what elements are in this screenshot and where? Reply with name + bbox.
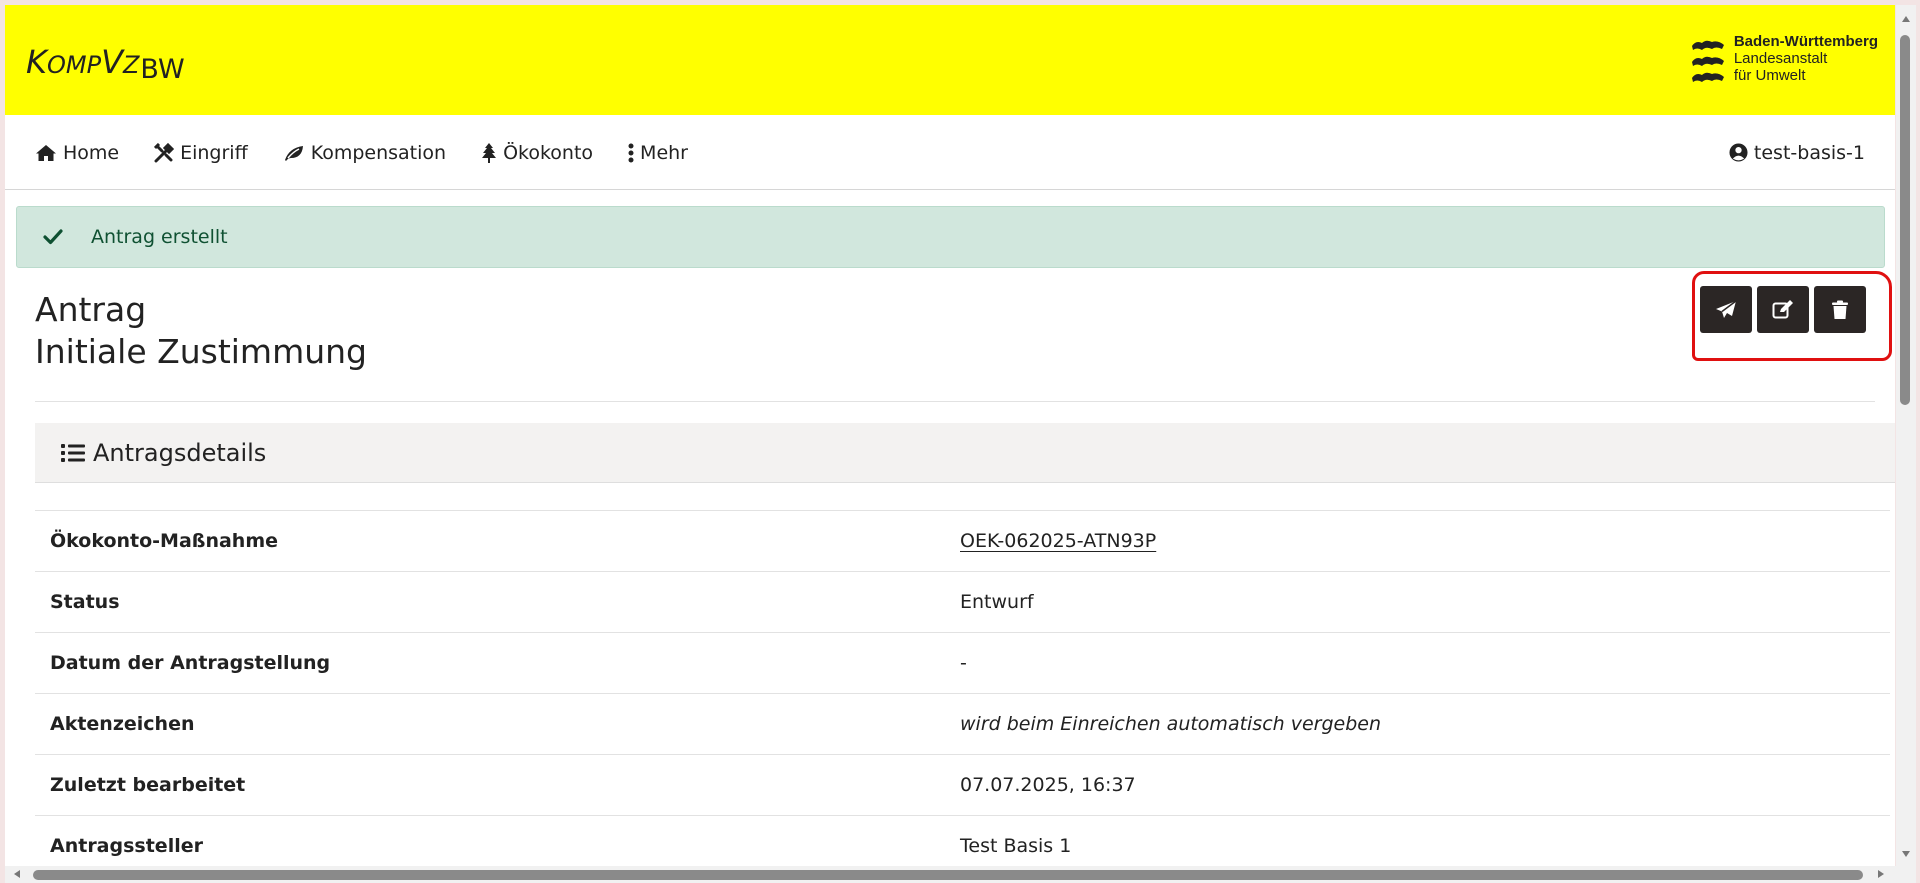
action-toolbar: [1700, 286, 1866, 333]
logo-letter: V: [101, 43, 123, 81]
logo-letters: OMP: [46, 51, 102, 79]
leaf-icon: [284, 145, 303, 161]
vertical-scroll-thumb[interactable]: [1900, 35, 1910, 405]
vertical-scrollbar[interactable]: [1896, 5, 1916, 883]
row-label: Aktenzeichen: [50, 713, 195, 735]
brand-line-1: Baden-Württemberg: [1733, 33, 1878, 50]
card-title: Antragsdetails: [93, 438, 267, 467]
nav-item-label: Eingriff: [180, 141, 248, 164]
page-title-line-2: Initiale Zustimmung: [35, 332, 367, 371]
massnahme-link[interactable]: OEK-062025-ATN93P: [960, 530, 1156, 552]
scroll-up-icon[interactable]: [1901, 15, 1911, 23]
bw-lubw-brand: Baden-Württemberg Landesanstalt für Umwe…: [1690, 33, 1878, 84]
logo-letters: Z: [122, 51, 140, 79]
user-menu[interactable]: test-basis-1: [1729, 115, 1865, 190]
logo-bw: BW: [140, 54, 185, 85]
user-circle-icon: [1729, 143, 1748, 162]
row-value: wird beim Einreichen automatisch vergebe…: [960, 713, 1382, 735]
scroll-down-icon[interactable]: [1901, 850, 1911, 858]
row-label: Antragssteller: [50, 835, 203, 857]
nav-item-eingriff[interactable]: Eingriff: [154, 142, 248, 164]
row-value: 07.07.2025, 16:37: [960, 774, 1136, 796]
browser-viewport: K OMP V Z BW Baden-Württemberg Landesanstalt…: [5, 5, 1895, 869]
nav-item-label: Mehr: [640, 141, 688, 164]
nav-item-label: Ökokonto: [503, 141, 594, 164]
bw-lions-icon: [1690, 37, 1726, 84]
ellipsis-vertical-icon: [628, 143, 634, 162]
logo-letter: K: [26, 43, 47, 81]
table-row: Status Entwurf: [35, 572, 1890, 633]
user-name: test-basis-1: [1753, 141, 1865, 164]
brand-line-3: für Umwelt: [1733, 67, 1806, 84]
divider: [35, 401, 1875, 402]
page-title: Antrag Initiale Zustimmung: [35, 289, 367, 373]
details-table: Ökokonto-Maßnahme OEK-062025-ATN93P Stat…: [35, 510, 1890, 869]
nav-item-oekokonto[interactable]: Ökokonto: [481, 142, 593, 164]
nav-item-kompensation[interactable]: Kompensation: [283, 142, 446, 164]
row-label: Ökokonto-Maßnahme: [50, 530, 279, 552]
home-icon: [36, 144, 56, 161]
table-row: Aktenzeichen wird beim Einreichen automa…: [35, 694, 1890, 755]
nav-item-mehr[interactable]: Mehr: [628, 142, 688, 164]
table-row: Antragssteller Test Basis 1: [35, 816, 1890, 869]
row-value: Test Basis 1: [960, 835, 1072, 857]
success-alert: Antrag erstellt: [16, 206, 1885, 268]
main-navbar: Home Eingriff Kompensation Ökokonto Mehr…: [5, 115, 1895, 190]
trash-icon: [1832, 300, 1848, 319]
page-title-line-1: Antrag: [35, 290, 147, 329]
app-header: K OMP V Z BW Baden-Württemberg Landesanstalt…: [5, 5, 1895, 115]
scroll-right-icon[interactable]: [1877, 869, 1885, 879]
row-value: -: [960, 652, 967, 674]
delete-button[interactable]: [1814, 286, 1866, 333]
table-row: Datum der Antragstellung -: [35, 633, 1890, 694]
brand-line-2: Landesanstalt: [1733, 50, 1828, 67]
horizontal-scroll-thumb[interactable]: [33, 870, 1863, 880]
edit-icon: [1772, 300, 1793, 319]
kompvz-logo[interactable]: K OMP V Z BW: [26, 43, 185, 85]
paper-plane-icon: [1716, 299, 1737, 318]
table-row: Zuletzt bearbeitet 07.07.2025, 16:37: [35, 755, 1890, 816]
scroll-left-icon[interactable]: [13, 869, 21, 879]
tree-icon: [482, 142, 497, 163]
row-label: Status: [50, 591, 120, 613]
check-icon: [43, 229, 63, 245]
alert-message: Antrag erstellt: [91, 226, 228, 248]
row-value: Entwurf: [960, 591, 1034, 613]
nav-item-label: Kompensation: [310, 141, 447, 164]
horizontal-scrollbar[interactable]: [5, 866, 1896, 883]
nav-item-label: Home: [63, 141, 120, 164]
list-icon: [61, 443, 85, 462]
submit-button[interactable]: [1700, 286, 1752, 333]
edit-button[interactable]: [1757, 286, 1809, 333]
table-row: Ökokonto-Maßnahme OEK-062025-ATN93P: [35, 511, 1890, 572]
card-header-antragsdetails: Antragsdetails: [35, 423, 1895, 483]
nav-item-home[interactable]: Home: [35, 142, 119, 164]
row-label: Datum der Antragstellung: [50, 652, 331, 674]
tools-icon: [154, 142, 175, 162]
row-label: Zuletzt bearbeitet: [50, 774, 246, 796]
